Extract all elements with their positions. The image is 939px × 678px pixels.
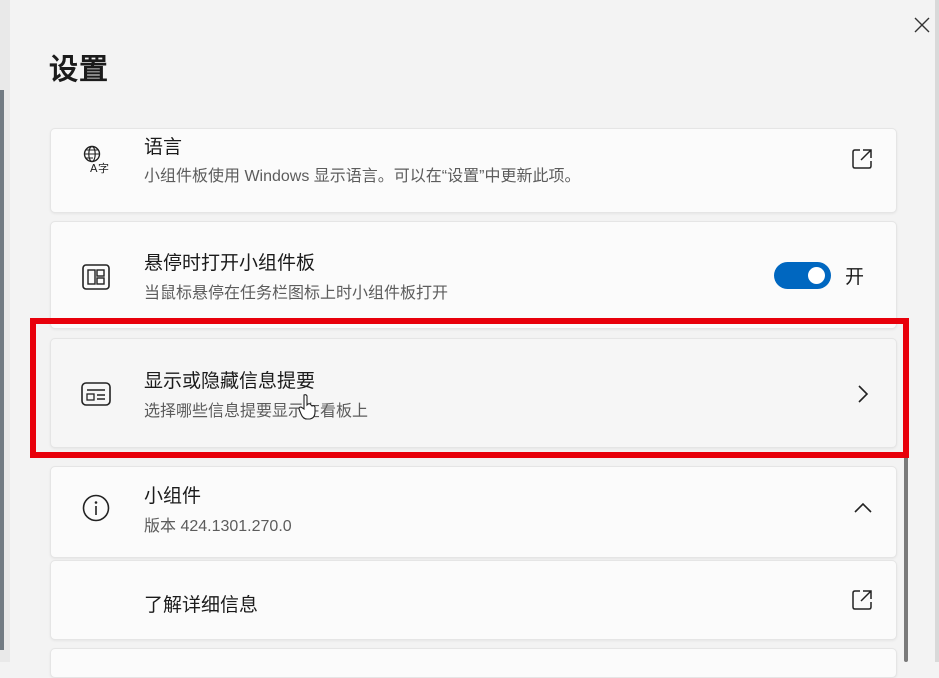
language-title: 语言 [144, 137, 183, 158]
chevron-right-icon [858, 385, 869, 403]
external-link-icon [852, 149, 872, 169]
news-feed-icon [81, 379, 111, 409]
svg-text:A: A [90, 162, 98, 174]
learn-more-title: 了解详细信息 [144, 595, 259, 616]
feeds-open-button[interactable] [848, 379, 878, 409]
hover-open-toggle[interactable] [774, 262, 831, 289]
language-open-settings-button[interactable] [847, 144, 877, 174]
learn-more-card[interactable]: 了解详细信息 [50, 560, 897, 640]
info-icon [81, 493, 111, 523]
close-button[interactable] [906, 9, 938, 41]
hover-open-description: 当鼠标悬停在任务栏图标上时小组件板打开 [144, 285, 449, 302]
language-description: 小组件板使用 Windows 显示语言。可以在“设置”中更新此项。 [144, 168, 581, 185]
widgets-title: 小组件 [144, 486, 202, 507]
toggle-knob [808, 267, 825, 284]
widgets-version: 版本 424.1301.270.0 [144, 518, 292, 535]
widgets-info-card: 小组件 版本 424.1301.270.0 [50, 466, 897, 558]
external-link-icon [852, 590, 872, 610]
language-setting-card: A 字 语言 小组件板使用 Windows 显示语言。可以在“设置”中更新此项。 [50, 128, 897, 213]
hand-pointer-cursor [298, 393, 318, 426]
feeds-setting-card[interactable]: 显示或隐藏信息提要 选择哪些信息提要显示在看板上 [50, 338, 897, 448]
feeds-title: 显示或隐藏信息提要 [144, 371, 316, 392]
scrollbar[interactable] [904, 450, 908, 662]
language-icon: A 字 [81, 144, 111, 174]
background-window-edge [0, 0, 10, 662]
hover-open-toggle-group: 开 [774, 262, 864, 289]
widgets-board-icon [81, 262, 111, 292]
close-icon [914, 17, 930, 33]
feeds-description: 选择哪些信息提要显示在看板上 [144, 403, 369, 420]
window-border [935, 0, 939, 662]
widgets-collapse-button[interactable] [848, 493, 878, 523]
chevron-up-icon [854, 502, 872, 513]
next-card-partial [50, 648, 897, 678]
svg-text:字: 字 [98, 161, 109, 174]
hover-open-setting-card: 悬停时打开小组件板 当鼠标悬停在任务栏图标上时小组件板打开 开 [50, 221, 897, 329]
page-title: 设置 [49, 54, 110, 86]
learn-more-link-button[interactable] [847, 585, 877, 615]
hover-open-title: 悬停时打开小组件板 [144, 253, 316, 274]
toggle-state-label: 开 [845, 267, 865, 288]
